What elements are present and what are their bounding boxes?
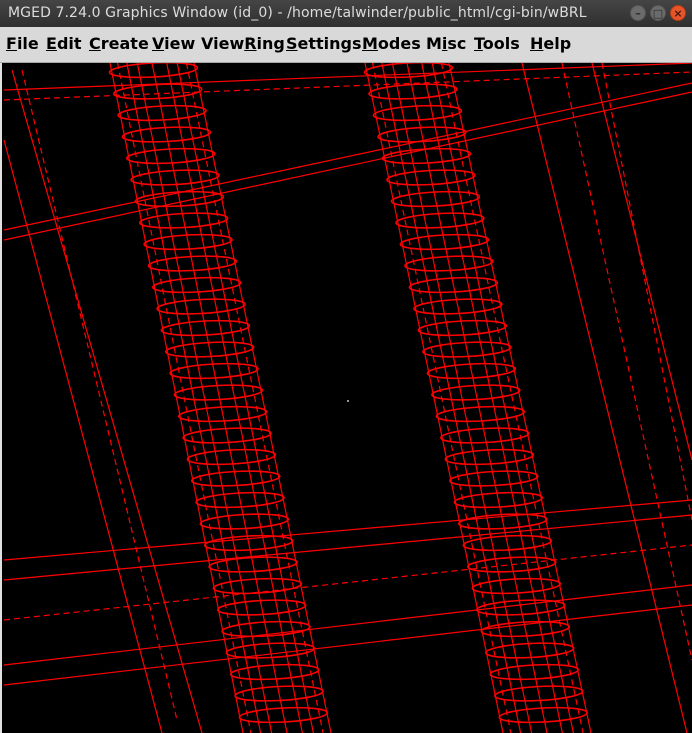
menu-tools[interactable]: Tools <box>474 34 520 53</box>
window-controls: – □ × <box>630 5 686 21</box>
menu-tools-label: ools <box>482 34 520 53</box>
menu-viewring[interactable]: ViewRing <box>201 34 285 53</box>
cross-line <box>3 584 692 666</box>
menu-bar: File Edit Create View ViewRing Settings … <box>0 27 692 63</box>
menu-create[interactable]: Create <box>89 34 149 53</box>
menu-misc-suffix: sc <box>447 34 467 53</box>
title-bar[interactable]: MGED 7.24.0 Graphics Window (id_0) - /ho… <box>0 0 692 27</box>
menu-misc-prefix: M <box>426 34 442 53</box>
menu-file[interactable]: File <box>6 34 39 53</box>
menu-settings[interactable]: Settings <box>286 34 362 53</box>
cross-line <box>3 604 692 686</box>
diag-line <box>3 139 163 733</box>
menu-misc[interactable]: Misc <box>426 34 466 53</box>
cross-line <box>3 514 692 581</box>
minimize-button[interactable]: – <box>630 5 646 21</box>
menu-edit-label: dit <box>56 34 82 53</box>
menu-view-label: iew <box>164 34 196 53</box>
menu-modes[interactable]: Modes <box>362 34 421 53</box>
menu-viewring-prefix: View <box>201 34 245 53</box>
diag-line <box>601 63 692 521</box>
cross-line <box>3 82 692 231</box>
window-title: MGED 7.24.0 Graphics Window (id_0) - /ho… <box>8 5 587 21</box>
cross-line <box>3 499 692 561</box>
cross-line <box>3 544 692 621</box>
left-column-edge <box>193 63 332 733</box>
menu-settings-label: ettings <box>297 34 362 53</box>
wireframe-canvas[interactable] <box>2 63 692 733</box>
diag-line <box>521 63 688 733</box>
menu-modes-label: odes <box>377 34 421 53</box>
graphics-viewport[interactable] <box>0 63 692 733</box>
close-button[interactable]: × <box>670 5 686 21</box>
menu-file-label: ile <box>16 34 39 53</box>
center-marker <box>347 400 349 402</box>
menu-create-label: reate <box>100 34 149 53</box>
menu-help[interactable]: Help <box>530 34 571 53</box>
right-column-edge <box>440 63 584 733</box>
menu-view[interactable]: View <box>152 34 195 53</box>
diag-line <box>561 63 692 661</box>
cross-line <box>3 91 692 241</box>
right-column-edge <box>448 63 592 733</box>
diag-line <box>591 63 692 461</box>
menu-edit[interactable]: Edit <box>46 34 82 53</box>
maximize-button[interactable]: □ <box>650 5 666 21</box>
diag-line <box>21 69 178 721</box>
menu-help-label: elp <box>543 34 572 53</box>
left-column-edge <box>185 63 324 733</box>
menu-viewring-suffix: ing <box>256 34 285 53</box>
